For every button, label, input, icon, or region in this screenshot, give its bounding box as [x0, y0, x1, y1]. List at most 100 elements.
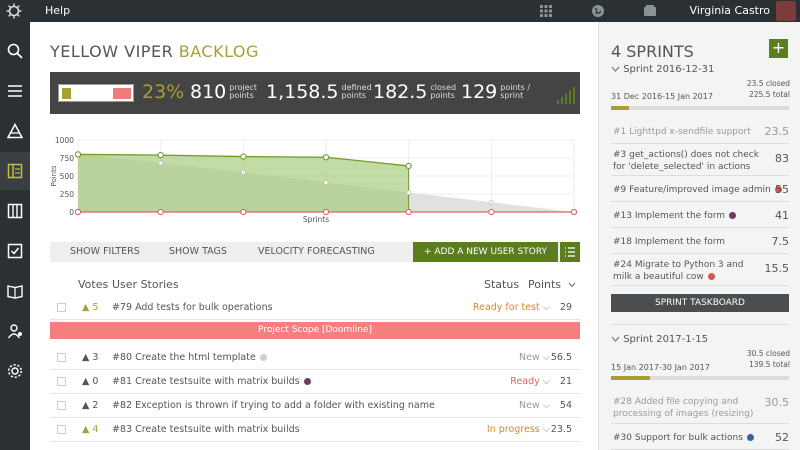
sprint-dates: 15 Jan 2017-30 Jan 2017: [611, 363, 710, 372]
avatar[interactable]: [776, 1, 796, 21]
scope-point: [488, 208, 495, 216]
status-dropdown[interactable]: Ready ⌵: [510, 376, 550, 387]
sprint-story[interactable]: #13 Implement the form 41: [611, 204, 789, 228]
story-title[interactable]: #83 Create testsuite with matrix builds: [112, 424, 300, 435]
scope-point: [240, 208, 247, 216]
sprint-divider: [611, 324, 789, 325]
sprint-story[interactable]: #18 Implement the form 7.5: [611, 230, 789, 254]
epics-icon[interactable]: [0, 112, 30, 150]
settings-icon[interactable]: [0, 352, 30, 390]
actual-area: [78, 154, 409, 212]
sprint-story[interactable]: #9 Feature/improved image admin 55: [611, 178, 789, 202]
team-icon[interactable]: [0, 312, 30, 350]
add-user-story-button[interactable]: + ADD A NEW USER STORY: [413, 242, 558, 262]
row-checkbox[interactable]: [57, 303, 66, 312]
table-row[interactable]: ▲ 3 #80 Create the html template New ⌵ 5…: [50, 346, 580, 370]
table-row[interactable]: ▲ 0 #81 Create testsuite with matrix bui…: [50, 370, 580, 394]
sprint-story[interactable]: #28 Added file copying and processing of…: [611, 392, 789, 424]
points-header[interactable]: Points: [528, 278, 561, 291]
y-tick-label: 0: [69, 208, 74, 217]
chevron-down-icon[interactable]: [611, 336, 620, 342]
scope-point: [405, 208, 412, 216]
bulk-add-button[interactable]: [560, 242, 580, 262]
sprint-story[interactable]: #1 Lighttpd x-sendfile support 23.5: [611, 120, 789, 144]
chevron-down-icon[interactable]: [568, 282, 576, 288]
actual-point: [74, 151, 82, 158]
sprint-header[interactable]: Sprint 2016-12-31: [611, 64, 714, 75]
kanban-icon[interactable]: [0, 192, 30, 230]
sprint-story[interactable]: #24 Migrate to Python 3 and milk a beaut…: [611, 256, 789, 286]
table-header: Votes User Stories Status Points: [50, 276, 580, 294]
chevron-down-icon[interactable]: [611, 66, 620, 72]
status-dropdown[interactable]: In progress ⌵: [487, 424, 550, 435]
add-sprint-button[interactable]: +: [769, 39, 788, 58]
story-title[interactable]: #80 Create the html template: [112, 352, 267, 363]
stories-header[interactable]: User Stories: [112, 278, 179, 291]
issues-icon[interactable]: [0, 232, 30, 270]
votes-count[interactable]: ▲ 5: [82, 302, 98, 313]
story-title[interactable]: #79 Add tests for bulk operations: [112, 302, 273, 313]
sprint-header[interactable]: Sprint 2017-1-15: [611, 334, 708, 345]
sprint-progress-fill: [611, 106, 629, 110]
forecast-point: [158, 160, 164, 166]
stat-closed-points: 182.5 closed points: [373, 81, 457, 103]
story-points[interactable]: 54: [560, 400, 572, 411]
assignee-dot: [746, 434, 754, 441]
sprint-progress-bar: [611, 376, 789, 380]
table-row[interactable]: ▲ 2 #82 Exception is thrown if trying to…: [50, 394, 580, 418]
y-axis-label: Points: [50, 165, 58, 186]
status-header[interactable]: Status: [484, 278, 519, 291]
inbox-icon[interactable]: [643, 4, 657, 18]
page-title: YELLOW VIPER BACKLOG: [50, 42, 259, 61]
story-title[interactable]: #82 Exception is thrown if trying to add…: [112, 400, 435, 411]
list-icon: [565, 247, 575, 257]
votes-count[interactable]: ▲ 3: [82, 352, 98, 363]
show-filters-button[interactable]: SHOW FILTERS: [70, 246, 140, 257]
votes-count[interactable]: ▲ 2: [82, 400, 98, 411]
story-points[interactable]: 21: [560, 376, 572, 387]
wiki-icon[interactable]: [0, 272, 30, 310]
search-icon[interactable]: [0, 32, 30, 70]
sprint-story[interactable]: #3 get_actions() does not check for 'del…: [611, 146, 789, 176]
table-row[interactable]: ▲ 4 #83 Create testsuite with matrix bui…: [50, 418, 580, 442]
status-dropdown[interactable]: New ⌵: [519, 400, 550, 411]
help-link[interactable]: Help: [45, 4, 70, 17]
progress-scope-fill: [113, 88, 131, 99]
backlog-panel: YELLOW VIPER BACKLOG 23% 810 project point…: [30, 22, 598, 450]
globe-icon[interactable]: [591, 4, 605, 18]
status-dropdown[interactable]: Ready for test ⌵: [473, 302, 550, 313]
sprints-panel: 4 SPRINTS + Sprint 2016-12-31 23.5 close…: [598, 22, 800, 450]
velocity-forecasting-button[interactable]: VELOCITY FORECASTING: [258, 246, 375, 257]
row-checkbox[interactable]: [57, 425, 66, 434]
votes-count[interactable]: ▲ 0: [82, 376, 98, 387]
story-points[interactable]: 56.5: [551, 352, 572, 363]
votes-count[interactable]: ▲ 4: [82, 424, 98, 435]
row-checkbox[interactable]: [57, 353, 66, 362]
votes-header[interactable]: Votes: [78, 278, 108, 291]
sprint-story[interactable]: #30 Support for bulk actions 52: [611, 426, 789, 450]
show-tags-button[interactable]: SHOW TAGS: [169, 246, 227, 257]
story-points[interactable]: 29: [560, 302, 572, 313]
sprint-taskboard-button[interactable]: SPRINT TASKBOARD: [611, 294, 789, 312]
forecast-point: [240, 170, 246, 175]
table-row[interactable]: ▲ 5 #79 Add tests for bulk operations Re…: [50, 296, 580, 320]
story-title[interactable]: #81 Create testsuite with matrix builds: [112, 376, 311, 387]
y-tick-label: 500: [60, 172, 75, 181]
scope-point: [570, 208, 578, 216]
sprint-progress-fill: [611, 376, 651, 380]
side-nav: [0, 22, 30, 450]
sprint-dates: 31 Dec 2016-15 Jan 2017: [611, 92, 713, 101]
backlog-icon[interactable]: [0, 152, 30, 190]
forecast-point: [323, 180, 329, 185]
sprint-points-summary: 23.5 closed 225.5 total: [746, 79, 790, 99]
user-name[interactable]: Virginia Castro: [690, 4, 770, 17]
row-checkbox[interactable]: [57, 377, 66, 386]
scope-point: [74, 208, 82, 216]
timeline-icon[interactable]: [0, 72, 30, 110]
status-dropdown[interactable]: New ⌵: [519, 352, 550, 363]
row-checkbox[interactable]: [57, 401, 66, 410]
taiga-logo-icon[interactable]: [6, 3, 22, 19]
story-points[interactable]: 23.5: [551, 424, 572, 435]
grid-icon[interactable]: [539, 4, 553, 18]
x-axis-label: Sprints: [303, 215, 329, 224]
